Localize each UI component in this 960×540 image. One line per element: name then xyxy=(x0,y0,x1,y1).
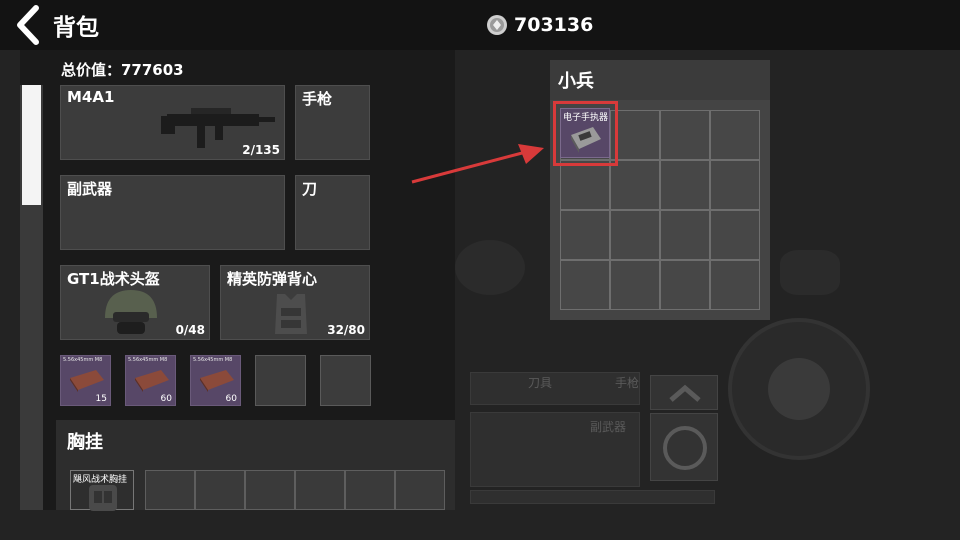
container-cell[interactable] xyxy=(660,110,710,160)
hud-pistol-label: 手枪 xyxy=(615,376,640,390)
ammo-item[interactable]: 5.56x45mm M8 15 xyxy=(60,355,111,406)
reload-icon xyxy=(663,426,707,470)
ammo-item[interactable]: 5.56x45mm M8 60 xyxy=(190,355,241,406)
hud-secondary-label: 副武器 xyxy=(590,420,627,434)
container-cell[interactable] xyxy=(710,210,760,260)
ammo-count: 60 xyxy=(225,394,237,404)
hud-reload-button xyxy=(650,413,718,481)
container-cell[interactable] xyxy=(710,260,760,310)
container-cell[interactable] xyxy=(610,210,660,260)
inventory-scroll-thumb[interactable] xyxy=(22,85,41,205)
ammo-box-icon xyxy=(200,370,234,392)
helmet-icon xyxy=(105,290,157,334)
container-cell[interactable] xyxy=(660,260,710,310)
chest-rig-icon xyxy=(89,485,117,511)
background-character xyxy=(455,240,525,295)
hud-jump-button xyxy=(650,375,718,410)
page-title: 背包 xyxy=(53,15,99,41)
secondary-weapon-label: 副武器 xyxy=(67,180,113,198)
ammo-name: 5.56x45mm M8 xyxy=(193,357,233,363)
container-cell[interactable] xyxy=(560,160,610,210)
currency-value: 703136 xyxy=(514,14,594,36)
knife-slot[interactable]: 刀 xyxy=(295,175,370,250)
ammo-name: 5.56x45mm M8 xyxy=(128,357,168,363)
background-hand-icon xyxy=(780,250,840,295)
coin-icon xyxy=(487,15,507,35)
currency-display: 703136 xyxy=(486,12,593,38)
total-value: 总价值：777603 xyxy=(61,61,184,79)
red-arrow xyxy=(411,144,544,184)
hud-knife-label: 刀具 xyxy=(528,376,553,390)
chevron-left-icon xyxy=(17,5,39,45)
chest-rig-cell[interactable] xyxy=(345,470,395,510)
ammo-item[interactable]: 5.56x45mm M8 60 xyxy=(125,355,176,406)
top-bar xyxy=(0,0,960,50)
container-title: 小兵 xyxy=(558,71,594,92)
container-cell[interactable] xyxy=(660,160,710,210)
armor-slot[interactable]: 精英防弹背心 32/80 xyxy=(220,265,370,340)
primary-weapon-label: M4A1 xyxy=(67,88,115,106)
vest-icon xyxy=(275,294,307,334)
helmet-durability: 0/48 xyxy=(175,323,205,337)
ammo-name: 5.56x45mm M8 xyxy=(63,357,103,363)
primary-weapon-slot[interactable]: M4A1 2/135 xyxy=(60,85,285,160)
chest-rig-title: 胸挂 xyxy=(67,432,103,453)
ammo-box-icon xyxy=(70,370,104,392)
chevron-up-icon xyxy=(669,384,701,402)
hud-strip xyxy=(470,490,715,504)
ammo-count: 15 xyxy=(95,394,107,404)
pistol-label: 手枪 xyxy=(302,90,333,108)
armor-durability: 32/80 xyxy=(327,323,365,337)
container-cell[interactable] xyxy=(610,160,660,210)
container-cell[interactable] xyxy=(710,160,760,210)
chest-rig-cell[interactable] xyxy=(195,470,245,510)
chest-rig-cell[interactable] xyxy=(245,470,295,510)
item-highlight-box xyxy=(553,101,618,166)
knife-label: 刀 xyxy=(302,180,318,198)
back-button[interactable] xyxy=(10,4,46,46)
pistol-slot[interactable]: 手枪 xyxy=(295,85,370,160)
secondary-weapon-slot[interactable]: 副武器 xyxy=(60,175,285,250)
chest-rig-cell[interactable] xyxy=(145,470,195,510)
ammo-box-icon xyxy=(135,370,169,392)
container-cell[interactable] xyxy=(610,260,660,310)
chest-rig-item[interactable]: 飓风战术胸挂 xyxy=(70,470,134,511)
armor-label: 精英防弹背心 xyxy=(227,270,318,288)
container-cell[interactable] xyxy=(560,210,610,260)
chest-rig-cell[interactable] xyxy=(295,470,345,510)
primary-weapon-ammo: 2/135 xyxy=(242,143,280,157)
hud-joystick-knob xyxy=(768,358,830,420)
empty-ammo-slot[interactable] xyxy=(255,355,306,406)
container-cell[interactable] xyxy=(710,110,760,160)
container-cell[interactable] xyxy=(660,210,710,260)
helmet-slot[interactable]: GT1战术头盔 0/48 xyxy=(60,265,210,340)
ammo-count: 60 xyxy=(160,394,172,404)
container-cell[interactable] xyxy=(560,260,610,310)
chest-rig-cell[interactable] xyxy=(395,470,445,510)
empty-ammo-slot[interactable] xyxy=(320,355,371,406)
